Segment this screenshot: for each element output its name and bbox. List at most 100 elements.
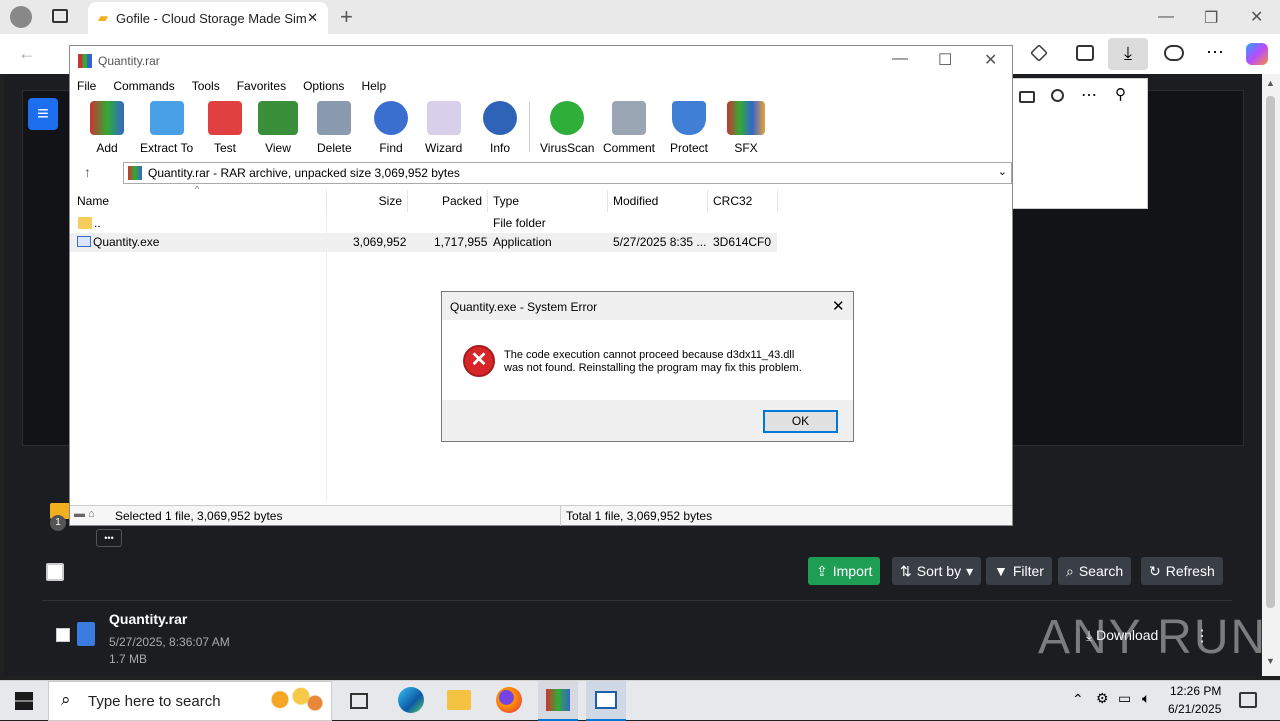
window-restore-button[interactable]: ❐ [1204, 8, 1218, 28]
info-icon [483, 101, 517, 135]
winrar-minimize-button[interactable]: — [892, 50, 908, 68]
scroll-down-icon[interactable]: ▼ [1266, 656, 1275, 666]
refresh-button[interactable]: ↻ Refresh [1141, 557, 1223, 585]
winrar-toolbar: Add Extract To Test View Delete Find Wiz… [70, 98, 1012, 156]
file-name[interactable]: Quantity.rar [109, 611, 187, 627]
view-button[interactable]: View [258, 98, 298, 156]
menu-commands[interactable]: Commands [113, 79, 174, 93]
copilot-icon[interactable] [1246, 43, 1268, 65]
search-button[interactable]: ⌕ Search [1058, 557, 1132, 585]
back-button[interactable]: ← [18, 43, 36, 64]
search-downloads-icon[interactable] [1051, 89, 1064, 102]
status-selected: Selected 1 file, 3,069,952 bytes [115, 509, 283, 523]
favorites-star-icon[interactable] [1030, 44, 1048, 62]
select-all-checkbox[interactable] [46, 563, 64, 581]
scroll-up-icon[interactable]: ▲ [1266, 78, 1275, 88]
filter-label: Filter [1012, 563, 1044, 579]
winrar-icon [546, 689, 570, 711]
menu-help[interactable]: Help [361, 79, 386, 93]
tab-actions-icon[interactable] [52, 9, 68, 23]
more-actions-button[interactable]: ••• [96, 529, 122, 547]
winrar-taskbar-icon[interactable] [538, 681, 578, 721]
wizard-button[interactable]: Wizard [425, 98, 462, 156]
edge-icon[interactable] [398, 687, 424, 713]
ok-button[interactable]: OK [763, 410, 838, 433]
menu-options[interactable]: Options [303, 79, 344, 93]
winrar-close-button[interactable]: ✕ [984, 50, 997, 70]
profile-icon[interactable] [10, 6, 32, 28]
col-type[interactable]: Type [488, 190, 608, 212]
volume-icon[interactable]: 🔈︎ [1142, 690, 1150, 707]
new-tab-button[interactable]: + [340, 4, 353, 30]
col-crc32[interactable]: CRC32 [708, 190, 778, 212]
add-button[interactable]: Add [90, 98, 124, 156]
window-minimize-button[interactable]: — [1158, 8, 1174, 26]
magnifier-icon [374, 101, 408, 135]
col-size[interactable]: Size [327, 190, 408, 212]
open-folder-icon[interactable] [1019, 91, 1035, 103]
extract-to-button[interactable]: Extract To [140, 98, 193, 156]
col-packed[interactable]: Packed [408, 190, 488, 212]
test-button[interactable]: Test [208, 98, 242, 156]
hamburger-menu-button[interactable]: ≡ [28, 98, 58, 130]
file-explorer-icon[interactable] [447, 690, 471, 710]
dialog-close-button[interactable]: ✕ [832, 297, 845, 315]
show-hidden-icons-icon[interactable]: ⌃ [1072, 691, 1084, 708]
sort-by-button[interactable]: ⇅ Sort by ▾ [892, 557, 982, 585]
info-button[interactable]: Info [483, 98, 517, 156]
list-item-parent[interactable]: .. File folder [70, 214, 777, 233]
up-folder-button[interactable]: ↑ [84, 164, 91, 180]
test-icon [208, 101, 242, 135]
menu-favorites[interactable]: Favorites [237, 79, 286, 93]
search-icon: ⌕ [1066, 562, 1074, 579]
close-tab-icon[interactable]: ✕ [307, 10, 318, 26]
import-button[interactable]: ⇪ Import [808, 557, 881, 585]
add-icon [90, 101, 124, 135]
network-icon[interactable]: ⚙ [1096, 690, 1109, 707]
browser-essentials-icon[interactable] [1164, 45, 1184, 61]
virusscan-button[interactable]: VirusScan [540, 98, 594, 156]
clock-date[interactable]: 6/21/2025 [1168, 702, 1221, 716]
pin-icon[interactable]: ⚲ [1115, 85, 1126, 103]
find-button[interactable]: Find [374, 98, 408, 156]
downloads-button[interactable]: ⤓ [1108, 38, 1148, 70]
list-item-quantity-exe[interactable]: Quantity.exe 3,069,952 1,717,955 Applica… [70, 233, 777, 252]
browser-menu-button[interactable]: ⋯ [1206, 42, 1224, 63]
delete-button[interactable]: Delete [317, 98, 352, 156]
browser-tab-strip: ▰ Gofile - Cloud Storage Made Simp ✕ + —… [0, 0, 1280, 34]
notifications-icon[interactable] [1239, 692, 1257, 708]
file-checkbox[interactable] [56, 628, 70, 642]
firefox-icon[interactable] [496, 687, 522, 713]
active-app-taskbar-icon[interactable] [586, 681, 626, 721]
protect-button[interactable]: Protect [670, 98, 708, 156]
row-crc32: 3D614CF0 [713, 235, 772, 249]
search-icon: ⌕ [61, 690, 71, 709]
scrollbar-thumb[interactable] [1266, 96, 1275, 608]
path-dropdown-icon[interactable]: ⌄ [998, 165, 1007, 178]
browser-tab-gofile[interactable]: ▰ Gofile - Cloud Storage Made Simp ✕ [88, 2, 328, 34]
clock-time[interactable]: 12:26 PM [1170, 684, 1221, 698]
winrar-maximize-button[interactable]: ☐ [938, 50, 952, 70]
more-options-icon[interactable]: ⋯ [1081, 85, 1097, 105]
import-label: Import [832, 563, 873, 579]
caret-down-icon: ▾ [966, 562, 974, 579]
wifi-icon[interactable]: ▭ [1118, 690, 1131, 707]
task-view-icon[interactable] [350, 693, 368, 709]
col-modified[interactable]: Modified [608, 190, 708, 212]
menu-tools[interactable]: Tools [192, 79, 220, 93]
comment-button[interactable]: Comment [603, 98, 655, 156]
page-scrollbar[interactable]: ▲ ▼ [1262, 74, 1280, 676]
archive-path-bar[interactable]: Quantity.rar - RAR archive, unpacked siz… [123, 162, 1012, 184]
extract-label: Extract To [140, 141, 194, 155]
row-type: Application [493, 235, 552, 249]
window-close-button[interactable]: ✕ [1250, 7, 1263, 27]
shield-icon [672, 101, 706, 135]
taskbar-search-box[interactable]: ⌕ Type here to search [48, 681, 332, 721]
filter-button[interactable]: ▼ Filter [986, 557, 1052, 585]
sfx-button[interactable]: SFX [727, 98, 765, 156]
start-windows-icon[interactable] [15, 692, 33, 710]
winrar-title-bar: Quantity.rar — ☐ ✕ [70, 46, 1012, 76]
menu-file[interactable]: File [77, 79, 96, 93]
system-error-dialog: Quantity.exe - System Error ✕ ✕ The code… [441, 291, 854, 442]
collections-icon[interactable] [1076, 45, 1094, 61]
